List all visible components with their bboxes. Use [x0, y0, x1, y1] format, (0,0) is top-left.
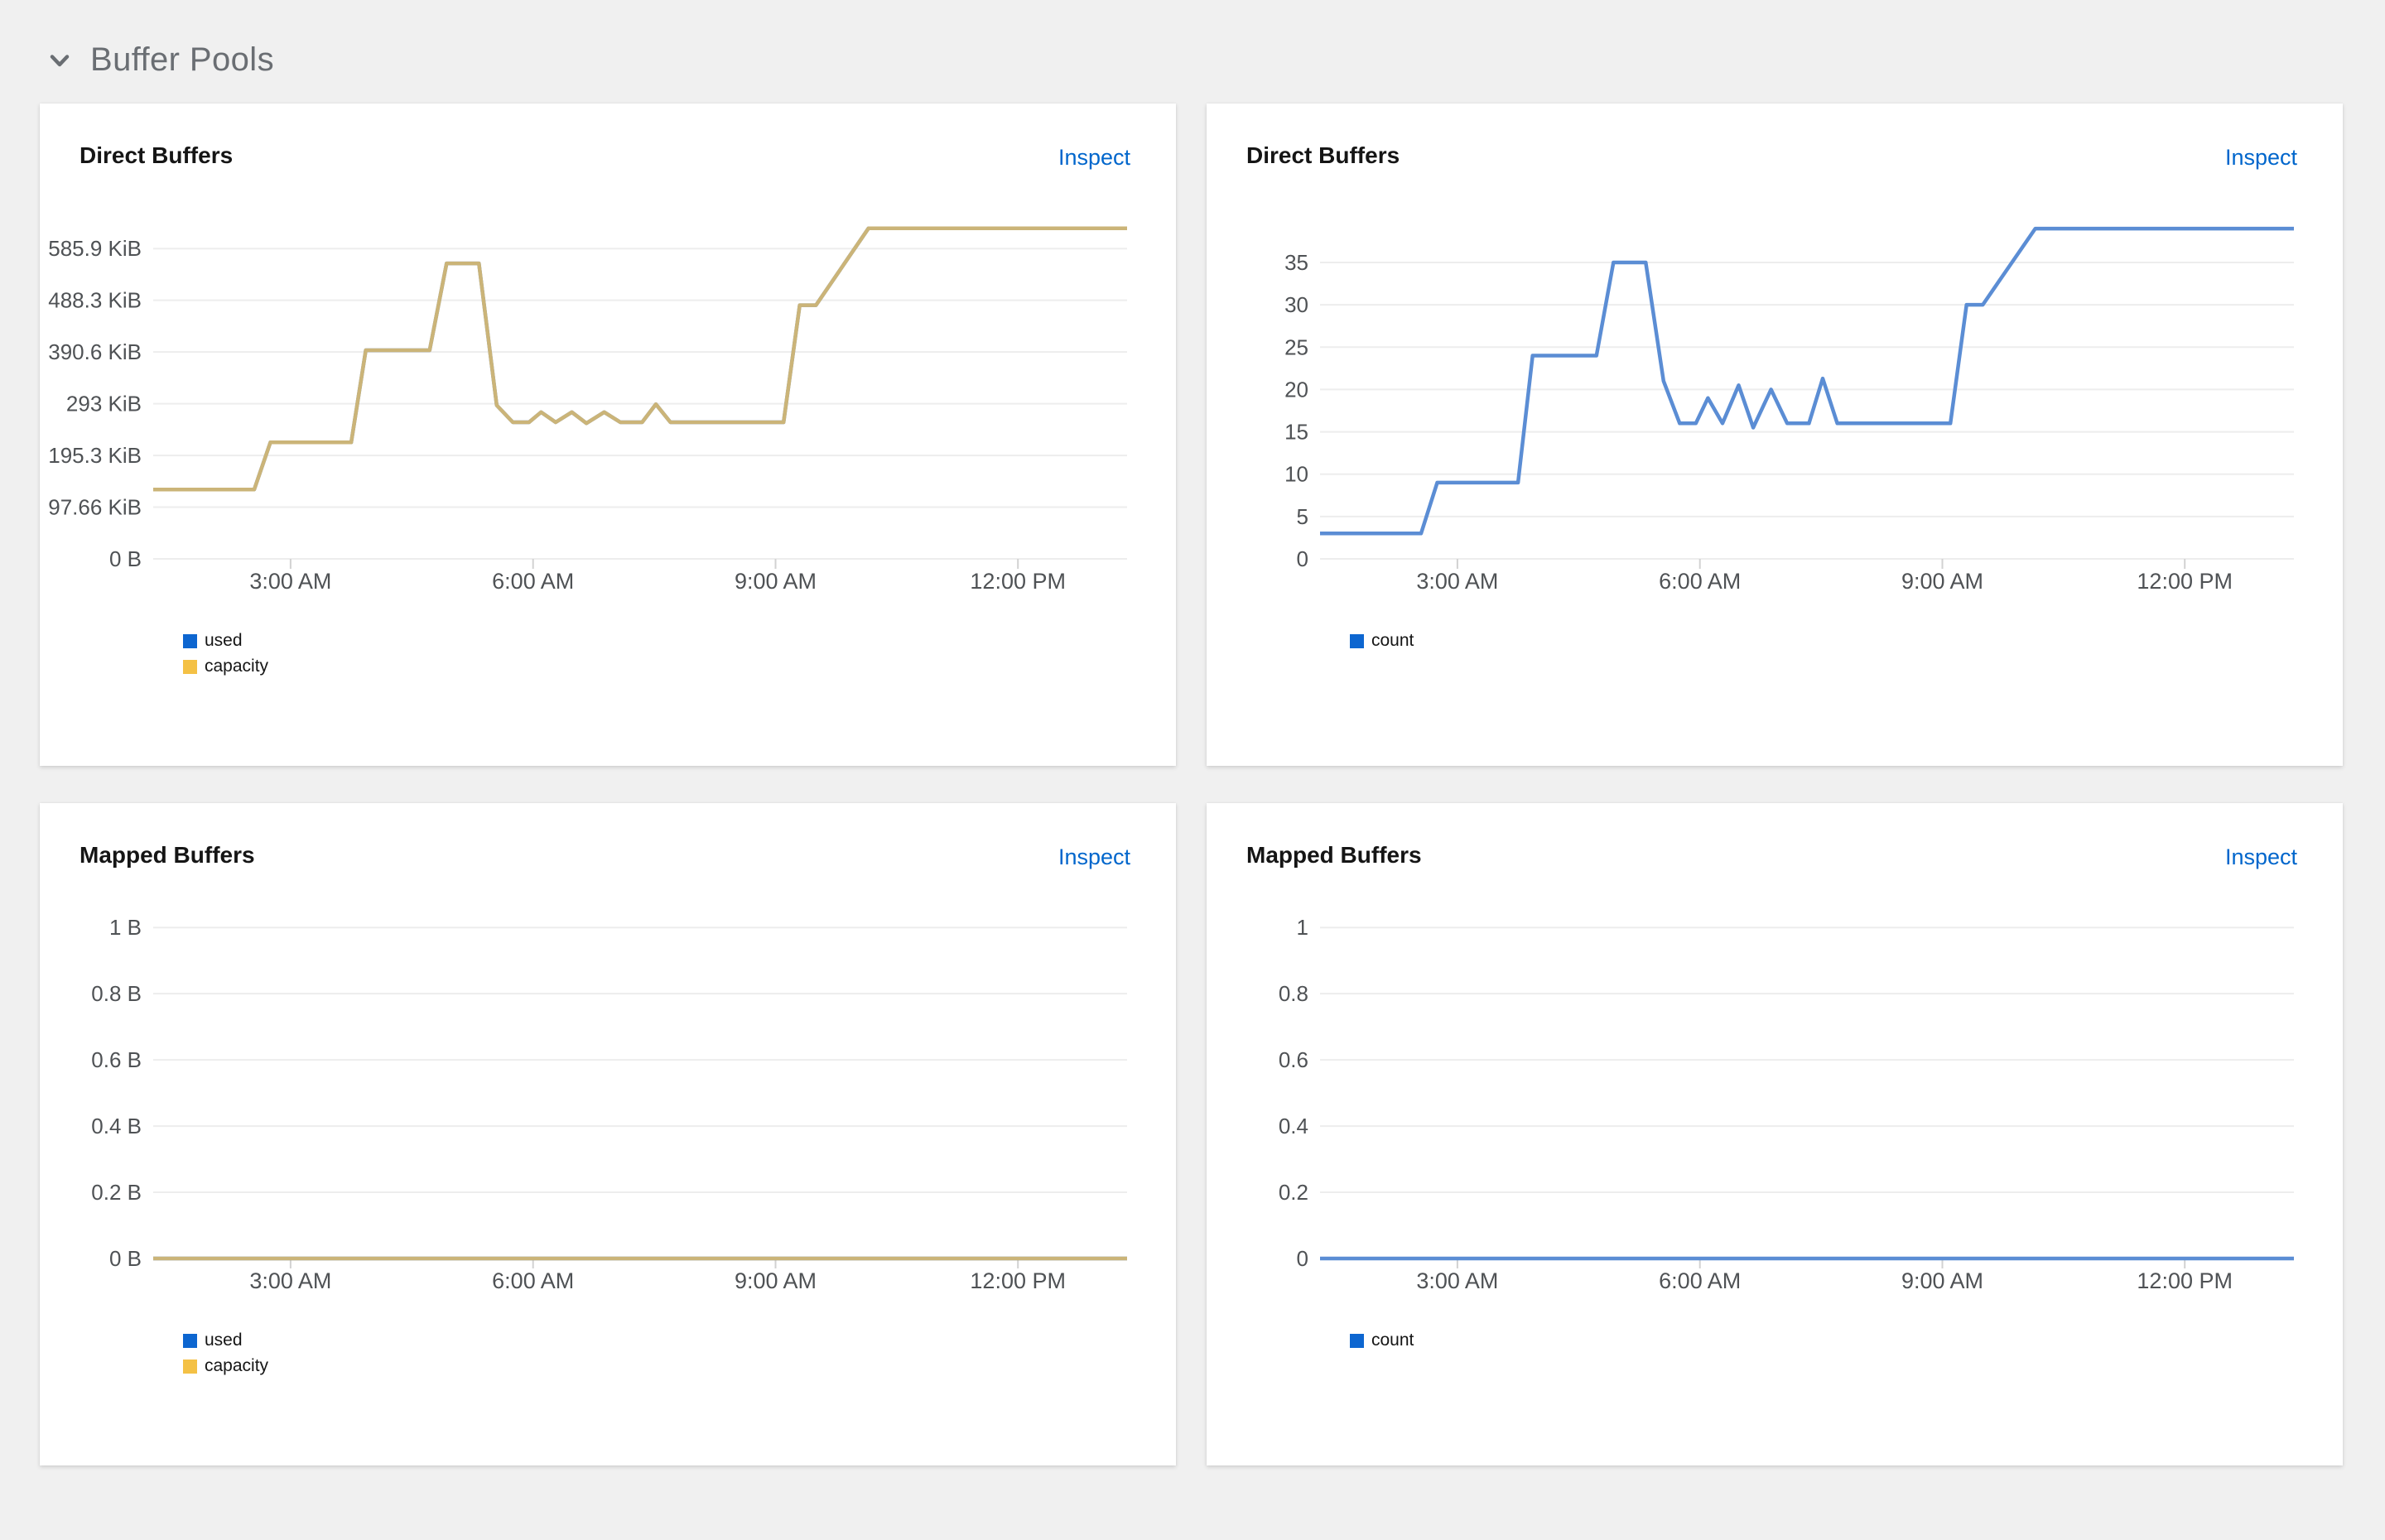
legend-label: count [1371, 1331, 1414, 1350]
svg-text:0.8 B: 0.8 B [91, 981, 142, 1006]
legend-label: used [205, 1331, 243, 1350]
svg-text:0.6: 0.6 [1279, 1047, 1308, 1072]
svg-text:12:00 PM: 12:00 PM [970, 569, 1066, 594]
legend-item-capacity: capacity [183, 657, 268, 676]
panel-direct-buffers-memory: Direct Buffers Inspect 0 B97.66 KiB195.3… [40, 103, 1176, 766]
legend-swatch-count [1350, 634, 1364, 648]
chevron-down-icon[interactable] [47, 48, 72, 73]
svg-text:12:00 PM: 12:00 PM [970, 1268, 1066, 1293]
chart-legend: used capacity [183, 631, 268, 682]
svg-text:0.4: 0.4 [1279, 1114, 1308, 1138]
svg-text:97.66 KiB: 97.66 KiB [48, 495, 142, 520]
panel-mapped-buffers-count: Mapped Buffers Inspect 00.20.40.60.813:0… [1207, 803, 2343, 1465]
legend-swatch-used [183, 1334, 197, 1348]
svg-text:6:00 AM: 6:00 AM [1659, 569, 1741, 594]
svg-text:195.3 KiB: 195.3 KiB [48, 443, 142, 468]
svg-text:3:00 AM: 3:00 AM [249, 569, 331, 594]
chart-legend: count [1350, 1331, 1414, 1356]
svg-text:6:00 AM: 6:00 AM [1659, 1268, 1741, 1293]
svg-text:585.9 KiB: 585.9 KiB [48, 236, 142, 261]
svg-text:5: 5 [1297, 504, 1308, 529]
svg-text:390.6 KiB: 390.6 KiB [48, 339, 142, 364]
chart-legend: count [1350, 631, 1414, 657]
svg-text:9:00 AM: 9:00 AM [1901, 1268, 1983, 1293]
svg-text:0.4 B: 0.4 B [91, 1114, 142, 1138]
svg-text:12:00 PM: 12:00 PM [2137, 1268, 2233, 1293]
svg-text:9:00 AM: 9:00 AM [735, 1268, 817, 1293]
legend-swatch-capacity [183, 1360, 197, 1374]
svg-text:25: 25 [1284, 334, 1308, 359]
svg-text:1: 1 [1297, 915, 1308, 940]
svg-text:3:00 AM: 3:00 AM [1416, 1268, 1498, 1293]
svg-text:293 KiB: 293 KiB [66, 392, 142, 416]
direct-buffers-count-line-chart[interactable]: 0 5 10 15 20 25 30 35 3:00 AM 6:00 AM 9:00 AM 12:00… [1207, 103, 2343, 621]
svg-text:0 B: 0 B [109, 1246, 142, 1271]
svg-text:0: 0 [1297, 1246, 1308, 1271]
legend-label: capacity [205, 657, 268, 676]
chevron-down-glyph [47, 48, 72, 73]
svg-text:6:00 AM: 6:00 AM [492, 1268, 574, 1293]
panel-direct-buffers-count: Direct Buffers Inspect 051015202530353:0… [1207, 103, 2343, 766]
svg-text:9:00 AM: 9:00 AM [1901, 569, 1983, 594]
chart-legend: used capacity [183, 1331, 268, 1382]
svg-text:35: 35 [1284, 250, 1308, 275]
legend-label: count [1371, 631, 1414, 651]
panels-grid: Direct Buffers Inspect 0 B97.66 KiB195.3… [40, 103, 2343, 1465]
mapped-buffers-memory-line-chart[interactable]: 0 B 0.2 B 0.4 B 0.6 B 0.8 B 1 B 3:00 AM 6:00 AM… [40, 803, 1176, 1321]
legend-swatch-capacity [183, 660, 197, 674]
svg-text:0.2 B: 0.2 B [91, 1180, 142, 1205]
svg-text:15: 15 [1284, 420, 1308, 445]
svg-text:9:00 AM: 9:00 AM [735, 569, 817, 594]
svg-text:0.6 B: 0.6 B [91, 1047, 142, 1072]
svg-text:0 B: 0 B [109, 546, 142, 571]
svg-text:488.3 KiB: 488.3 KiB [48, 288, 142, 313]
svg-text:12:00 PM: 12:00 PM [2137, 569, 2233, 594]
section-title: Buffer Pools [90, 41, 274, 79]
mapped-buffers-count-line-chart[interactable]: 0 0.2 0.4 0.6 0.8 1 3:00 AM 6:00 AM 9:00 AM 12:00… [1207, 803, 2343, 1321]
direct-buffers-memory-line-chart[interactable]: 0 B 97.66 KiB 195.3 KiB 293 KiB 390.6 KiB 488… [40, 103, 1176, 621]
svg-text:30: 30 [1284, 292, 1308, 317]
section-header: Buffer Pools [47, 41, 274, 79]
legend-item-count: count [1350, 631, 1414, 651]
legend-swatch-count [1350, 1334, 1364, 1348]
legend-item-count: count [1350, 1331, 1414, 1350]
svg-text:0: 0 [1297, 546, 1308, 571]
legend-label: capacity [205, 1356, 268, 1376]
svg-text:3:00 AM: 3:00 AM [249, 1268, 331, 1293]
svg-text:10: 10 [1284, 462, 1308, 487]
svg-text:0.8: 0.8 [1279, 981, 1308, 1006]
legend-item-used: used [183, 1331, 268, 1350]
legend-swatch-used [183, 634, 197, 648]
legend-item-used: used [183, 631, 268, 651]
svg-text:20: 20 [1284, 377, 1308, 402]
svg-text:1 B: 1 B [109, 915, 142, 940]
svg-text:3:00 AM: 3:00 AM [1416, 569, 1498, 594]
svg-text:0.2: 0.2 [1279, 1180, 1308, 1205]
panel-mapped-buffers-memory: Mapped Buffers Inspect 0 B0.2 B0.4 B0.6 … [40, 803, 1176, 1465]
legend-item-capacity: capacity [183, 1356, 268, 1376]
svg-text:6:00 AM: 6:00 AM [492, 569, 574, 594]
legend-label: used [205, 631, 243, 651]
